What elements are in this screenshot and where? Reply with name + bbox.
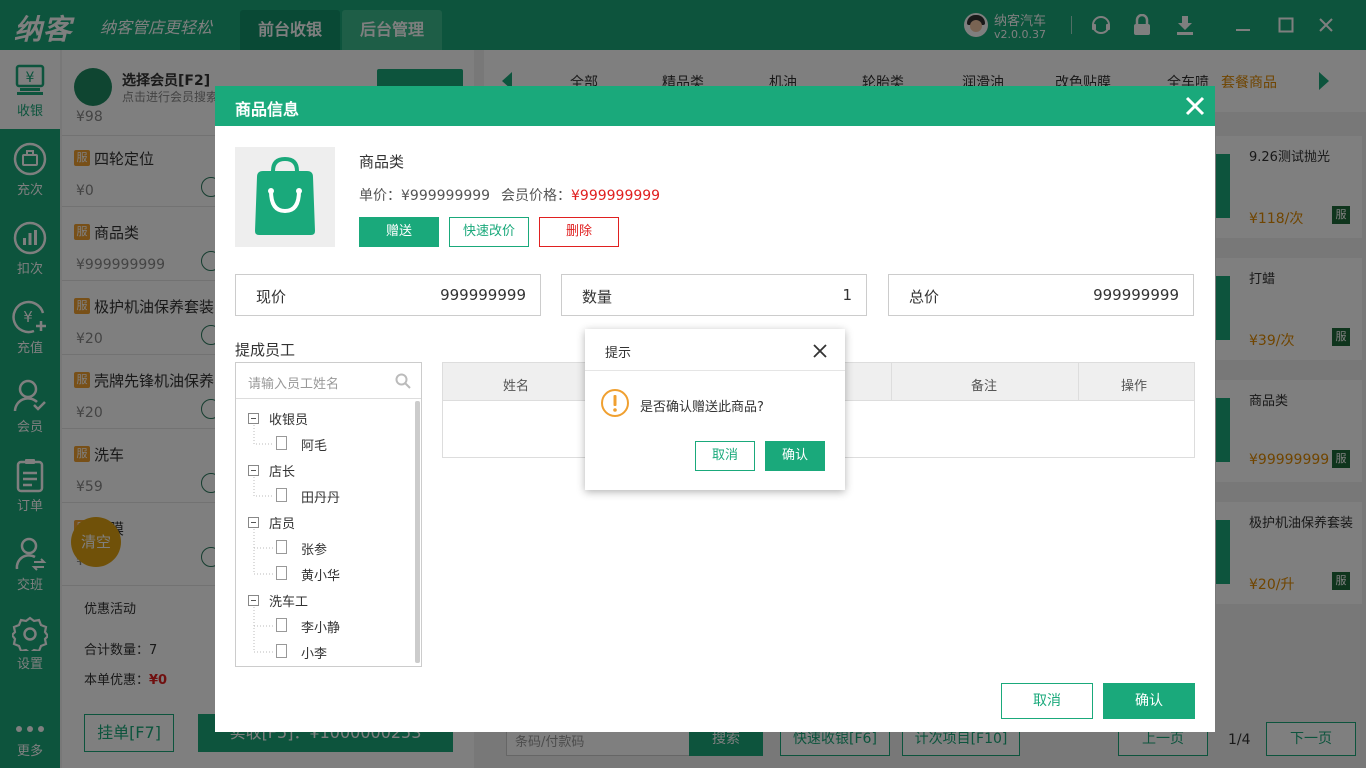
tree-staff[interactable]: 黄小华 <box>301 565 340 584</box>
modal-confirm-button[interactable]: 确认 <box>1103 683 1195 719</box>
column-header: 操作 <box>1121 379 1148 394</box>
commission-staff-title: 提成员工 <box>235 341 296 359</box>
tree-staff[interactable]: 田丹丹 <box>301 487 340 506</box>
tree-staff[interactable]: 李小静 <box>301 617 340 636</box>
modal-cancel-button[interactable]: 取消 <box>1001 683 1093 719</box>
delete-button[interactable]: 删除 <box>539 217 619 247</box>
staff-tree: 请输入员工姓名 收银员 阿毛 店长 田丹丹 店员 张参 黄小华 洗车工 李小静 <box>235 362 422 667</box>
modal-header: 商品信息 <box>215 86 1215 126</box>
quantity-field[interactable]: 数量 1 <box>561 274 867 316</box>
total-price-field[interactable]: 总价 999999999 <box>888 274 1194 316</box>
dialog-confirm-button[interactable]: 确认 <box>765 441 825 471</box>
tree-group[interactable]: 收银员 <box>269 409 308 428</box>
file-icon <box>276 618 287 632</box>
collapse-icon[interactable] <box>248 413 259 424</box>
tree-group[interactable]: 店员 <box>269 513 295 532</box>
file-icon <box>276 540 287 554</box>
product-image <box>235 147 335 247</box>
collapse-icon[interactable] <box>248 465 259 476</box>
close-icon[interactable] <box>812 343 828 359</box>
warning-icon <box>601 389 629 417</box>
product-name: 商品类 <box>359 153 405 171</box>
dialog-header: 提示 <box>585 329 845 371</box>
tree-group[interactable]: 店长 <box>269 461 295 480</box>
collapse-icon[interactable] <box>248 517 259 528</box>
tree-group[interactable]: 洗车工 <box>269 591 308 610</box>
collapse-icon[interactable] <box>248 595 259 606</box>
tree-staff[interactable]: 张参 <box>301 539 327 558</box>
file-icon <box>276 644 287 658</box>
file-icon <box>276 566 287 580</box>
column-header: 姓名 <box>503 379 530 394</box>
tree-staff[interactable]: 小李 <box>301 643 327 662</box>
member-price: 会员价格：¥999999999 <box>501 188 661 204</box>
column-header: 备注 <box>971 379 998 394</box>
shopping-bag-icon <box>255 156 315 235</box>
close-icon[interactable] <box>1183 94 1207 118</box>
modal-title: 商品信息 <box>235 100 300 119</box>
dialog-cancel-button[interactable]: 取消 <box>695 441 755 471</box>
dialog-message: 是否确认赠送此商品? <box>640 400 764 415</box>
current-price-field[interactable]: 现价 999999999 <box>235 274 541 316</box>
confirm-dialog: 提示 是否确认赠送此商品? 取消 确认 <box>585 329 845 490</box>
file-icon <box>276 488 287 502</box>
file-icon <box>276 436 287 450</box>
quick-price-button[interactable]: 快速改价 <box>449 217 529 247</box>
unit-price: 单价：¥999999999 <box>359 188 491 204</box>
gift-button[interactable]: 赠送 <box>359 217 439 247</box>
tree-staff[interactable]: 阿毛 <box>301 435 327 454</box>
dialog-title: 提示 <box>605 346 632 361</box>
